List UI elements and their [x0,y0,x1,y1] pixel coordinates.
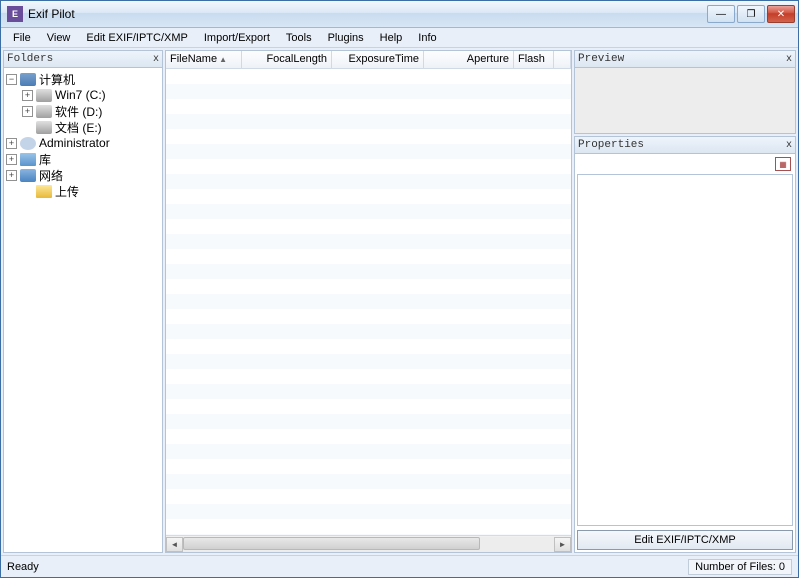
tree-label: Administrator [39,136,110,150]
right-column: Preview x Properties x ▦ Edit EXIF/IPTC/… [574,50,796,553]
tree-label: 计算机 [39,71,75,88]
tree-label: 上传 [55,183,79,200]
properties-toolbar: ▦ [575,154,795,174]
window-controls: — ❐ ✕ [707,5,798,23]
column-headers: FileName▲ FocalLength ExposureTime Apert… [166,51,571,69]
sort-asc-icon: ▲ [219,55,227,64]
col-label: FileName [170,53,217,65]
preview-close-icon[interactable]: x [786,54,792,65]
expander-blank [22,122,33,133]
tree-node-docs[interactable]: 文档 (E:) [6,119,160,135]
title-bar: E Exif Pilot — ❐ ✕ [1,1,798,28]
scroll-track[interactable] [183,537,554,552]
user-icon [20,137,36,150]
menu-edit-exif[interactable]: Edit EXIF/IPTC/XMP [78,30,195,46]
tree-label: 软件 (D:) [55,103,102,120]
menu-help[interactable]: Help [372,30,411,46]
menu-bar: File View Edit EXIF/IPTC/XMP Import/Expo… [1,28,798,48]
properties-close-icon[interactable]: x [786,140,792,151]
tree-node-net[interactable]: + 网络 [6,167,160,183]
expander-icon[interactable]: + [22,106,33,117]
minimize-button[interactable]: — [707,5,735,23]
main-area: Folders x − 计算机 + Win7 (C:) + 软件 (D:) [1,48,798,555]
tree-node-win7[interactable]: + Win7 (C:) [6,87,160,103]
tree-node-upload[interactable]: 上传 [6,183,160,199]
col-label: Aperture [467,53,509,65]
menu-import-export[interactable]: Import/Export [196,30,278,46]
expander-icon[interactable]: + [6,138,17,149]
file-list-body[interactable] [166,69,571,535]
scroll-right-button[interactable]: ► [554,537,571,552]
folder-tree[interactable]: − 计算机 + Win7 (C:) + 软件 (D:) 文档 (E:) + [4,68,162,552]
drive-icon [36,121,52,134]
tree-label: 文档 (E:) [55,119,102,136]
col-focal[interactable]: FocalLength [242,51,332,68]
horizontal-scrollbar[interactable]: ◄ ► [166,535,571,552]
menu-info[interactable]: Info [410,30,444,46]
tree-node-lib[interactable]: + 库 [6,151,160,167]
app-icon: E [7,6,23,22]
library-icon [20,153,36,166]
scroll-thumb[interactable] [183,537,480,550]
col-flash[interactable]: Flash [514,51,554,68]
preview-header: Preview x [575,51,795,68]
network-icon [20,169,36,182]
folders-close-icon[interactable]: x [153,54,159,65]
preview-title: Preview [578,53,624,65]
scroll-left-button[interactable]: ◄ [166,537,183,552]
properties-tool-icon[interactable]: ▦ [775,157,791,171]
drive-icon [36,105,52,118]
menu-tools[interactable]: Tools [278,30,320,46]
menu-file[interactable]: File [5,30,39,46]
status-file-count: Number of Files: 0 [688,559,792,575]
tree-node-computer[interactable]: − 计算机 [6,71,160,87]
folder-icon [36,185,52,198]
col-aperture[interactable]: Aperture [424,51,514,68]
file-list-panel: FileName▲ FocalLength ExposureTime Apert… [165,50,572,553]
expander-icon[interactable]: + [6,154,17,165]
expander-icon[interactable]: + [22,90,33,101]
col-label: FocalLength [266,53,327,65]
col-spacer [554,51,571,68]
computer-icon [20,73,36,86]
tree-label: Win7 (C:) [55,88,106,102]
menu-plugins[interactable]: Plugins [320,30,372,46]
preview-body [575,68,795,133]
status-bar: Ready Number of Files: 0 [1,555,798,577]
close-button[interactable]: ✕ [767,5,795,23]
col-label: ExposureTime [348,53,419,65]
tree-node-soft[interactable]: + 软件 (D:) [6,103,160,119]
tree-node-admin[interactable]: + Administrator [6,135,160,151]
menu-view[interactable]: View [39,30,79,46]
preview-panel: Preview x [574,50,796,134]
folders-header: Folders x [4,51,162,68]
col-exposure[interactable]: ExposureTime [332,51,424,68]
maximize-button[interactable]: ❐ [737,5,765,23]
expander-icon[interactable]: − [6,74,17,85]
folders-panel: Folders x − 计算机 + Win7 (C:) + 软件 (D:) [3,50,163,553]
expander-icon[interactable]: + [6,170,17,181]
properties-panel: Properties x ▦ Edit EXIF/IPTC/XMP [574,136,796,553]
properties-title: Properties [578,139,644,151]
drive-icon [36,89,52,102]
properties-box[interactable] [577,174,793,526]
edit-exif-button[interactable]: Edit EXIF/IPTC/XMP [577,530,793,550]
tree-label: 库 [39,151,51,168]
window-title: Exif Pilot [28,7,75,21]
properties-header: Properties x [575,137,795,154]
expander-blank [22,186,33,197]
col-filename[interactable]: FileName▲ [166,51,242,68]
col-label: Flash [518,53,545,65]
tree-label: 网络 [39,167,63,184]
status-left: Ready [7,561,39,573]
folders-title: Folders [7,53,53,65]
